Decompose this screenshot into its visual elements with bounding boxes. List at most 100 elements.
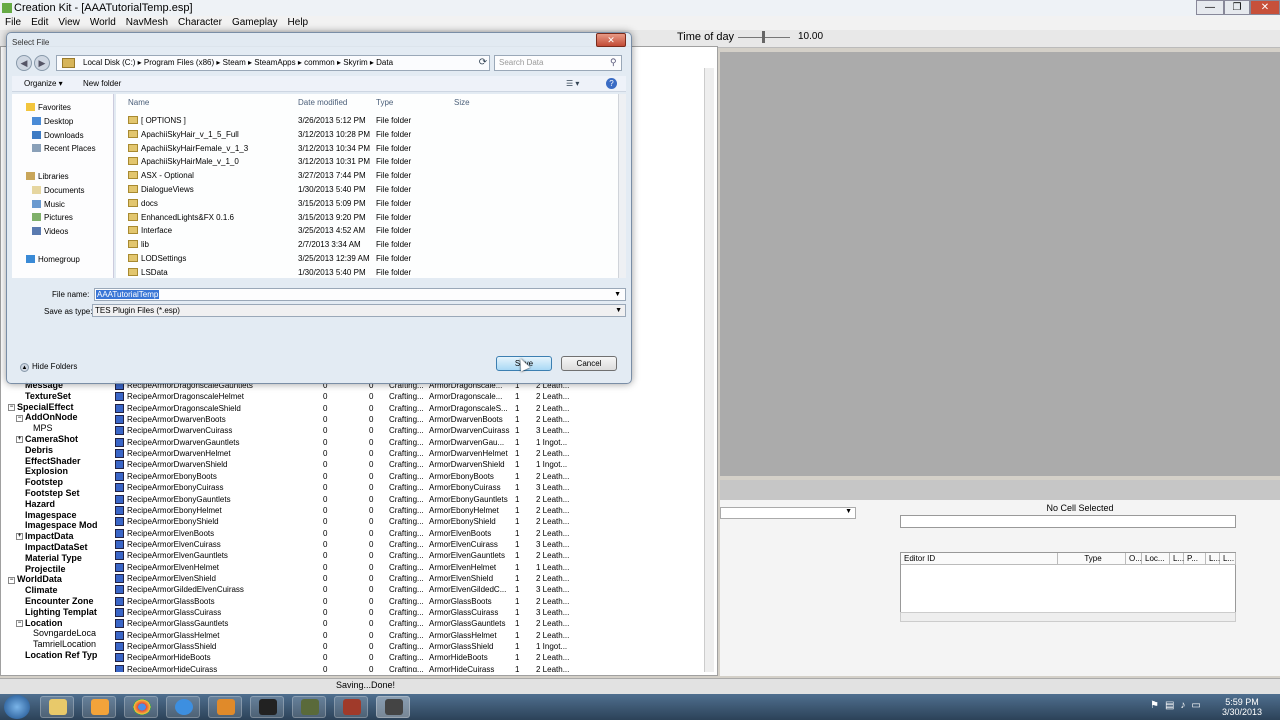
table-row[interactable]: RecipeArmorEbonyCuirass 0 0 Crafting... Armo…	[113, 482, 713, 493]
cell-table-hscrollbar[interactable]	[900, 612, 1236, 622]
file-row[interactable]: ApachiiSkyHair_v_1_5_Full 3/12/2013 10:28…	[126, 128, 612, 141]
menu-help[interactable]: Help	[283, 16, 314, 30]
tree-item[interactable]: Imagespace Mod	[25, 520, 98, 530]
tree-item[interactable]: MPS	[33, 423, 53, 433]
view-options-icon[interactable]: ☰ ▾	[566, 79, 579, 88]
table-row[interactable]: RecipeArmorEbonyHelmet 0 0 Crafting... Armor…	[113, 505, 713, 516]
table-row[interactable]: RecipeArmorElvenBoots 0 0 Crafting... ArmorE…	[113, 528, 713, 539]
table-row[interactable]: RecipeArmorGlassShield 0 0 Crafting... Armor…	[113, 641, 713, 652]
nav-item[interactable]: Pictures	[32, 213, 73, 222]
tree-item[interactable]: + ImpactData	[16, 531, 74, 541]
nav-item[interactable]: Videos	[32, 227, 68, 236]
media-player-taskbar-button[interactable]	[82, 696, 116, 718]
flag-icon[interactable]: ⚑	[1150, 700, 1159, 711]
table-row[interactable]: RecipeArmorEbonyGauntlets 0 0 Crafting... Ar…	[113, 494, 713, 505]
tree-item[interactable]: Footstep	[25, 477, 63, 487]
save-as-type-select[interactable]: TES Plugin Files (*.esp) ▼	[92, 304, 626, 317]
table-row[interactable]: RecipeArmorDwarvenCuirass 0 0 Crafting... Ar…	[113, 425, 713, 436]
new-folder-button[interactable]: New folder	[83, 79, 121, 88]
tree-item[interactable]: SovngardeLoca	[33, 628, 96, 638]
menu-view[interactable]: View	[53, 16, 85, 30]
nav-item[interactable]: Desktop	[32, 117, 73, 126]
table-row[interactable]: RecipeArmorGlassCuirass 0 0 Crafting... Armo…	[113, 607, 713, 618]
breadcrumb-item[interactable]: Steam	[223, 58, 246, 67]
breadcrumb-item[interactable]: common	[304, 58, 335, 67]
time-of-day-slider-thumb[interactable]	[762, 31, 765, 43]
col-l3[interactable]: L...	[1220, 553, 1236, 565]
table-row[interactable]: RecipeArmorGlassHelmet 0 0 Crafting... Armor…	[113, 630, 713, 641]
tree-item[interactable]: TamrielLocation	[33, 639, 96, 649]
tree-item[interactable]: − Location	[16, 618, 63, 628]
search-input[interactable]: Search Data	[494, 55, 622, 71]
breadcrumb-item[interactable]: Data	[376, 58, 393, 67]
file-row[interactable]: DialogueViews 1/30/2013 5:40 PM File folde…	[126, 183, 612, 196]
tree-item[interactable]: Explosion	[25, 466, 68, 476]
chevron-down-icon[interactable]: ▼	[613, 289, 622, 300]
col-p[interactable]: P...	[1184, 553, 1206, 565]
file-row[interactable]: Interface 3/25/2013 4:52 AM File folder	[126, 224, 612, 237]
table-row[interactable]: RecipeArmorDwarvenBoots 0 0 Crafting... Armo…	[113, 414, 713, 425]
file-row[interactable]: ApachiiSkyHairMale_v_1_0 3/12/2013 10:31 …	[126, 155, 612, 168]
file-row[interactable]: lib 2/7/2013 3:34 AM File folder	[126, 238, 612, 251]
refresh-icon[interactable]: ⟳	[476, 56, 490, 70]
col-loc[interactable]: Loc...	[1142, 553, 1170, 565]
table-row[interactable]: RecipeArmorEbonyShield 0 0 Crafting... Armor…	[113, 516, 713, 527]
table-row[interactable]: RecipeArmorElvenHelmet 0 0 Crafting... Armor…	[113, 562, 713, 573]
tree-item[interactable]: Location Ref Typ	[25, 650, 97, 660]
address-bar[interactable]: Local Disk (C:) ▸ Program Files (x86) ▸ …	[56, 55, 490, 71]
file-row[interactable]: docs 3/15/2013 5:09 PM File folder	[126, 197, 612, 210]
col-type[interactable]: Type	[1058, 553, 1126, 565]
tree-item[interactable]: − AddOnNode	[16, 412, 78, 422]
tree-item[interactable]: TextureSet	[25, 391, 71, 401]
breadcrumb-item[interactable]: Skyrim	[343, 58, 367, 67]
internet-explorer-taskbar-button[interactable]	[166, 696, 200, 718]
file-row[interactable]: [ OPTIONS ] 3/26/2013 5:12 PM File folder	[126, 114, 612, 127]
tree-item[interactable]: + CameraShot	[16, 434, 78, 444]
back-button[interactable]: ◀	[16, 55, 32, 71]
chrome-taskbar-button[interactable]	[124, 696, 158, 718]
file-list-scrollbar[interactable]	[618, 94, 626, 278]
object-list-scrollbar[interactable]	[704, 68, 714, 672]
col-size[interactable]: Size	[454, 98, 470, 107]
file-row[interactable]: EnhancedLights&FX 0.1.6 3/15/2013 9:20 PM…	[126, 211, 612, 224]
file-name-input[interactable]: AAATutorialTemp ▼	[94, 288, 626, 301]
table-row[interactable]: RecipeArmorHideCuirass 0 0 Crafting... Armor…	[113, 664, 713, 672]
file-row[interactable]: LODSettings 3/25/2013 12:39 AM File folder	[126, 252, 612, 265]
tree-item[interactable]: Climate	[25, 585, 58, 595]
col-name[interactable]: Name	[128, 98, 149, 107]
table-row[interactable]: RecipeArmorDragonscaleHelmet 0 0 Crafting..…	[113, 391, 713, 402]
tree-item[interactable]: Hazard	[25, 499, 55, 509]
table-row[interactable]: RecipeArmorDwarvenShield 0 0 Crafting... Arm…	[113, 459, 713, 470]
collapse-icon[interactable]: −	[16, 619, 23, 627]
table-row[interactable]: RecipeArmorHideBoots 0 0 Crafting... ArmorHi…	[113, 652, 713, 663]
col-l2[interactable]: L...	[1206, 553, 1220, 565]
help-icon[interactable]: ?	[606, 78, 617, 89]
menu-file[interactable]: File	[0, 16, 26, 30]
skyrim-taskbar-button[interactable]	[376, 696, 410, 718]
table-row[interactable]: RecipeArmorGildedElvenCuirass 0 0 Crafting.…	[113, 584, 713, 595]
table-row[interactable]: RecipeArmorEbonyBoots 0 0 Crafting... ArmorE…	[113, 471, 713, 482]
expand-icon[interactable]: +	[16, 436, 23, 444]
maximize-button[interactable]: ❐	[1224, 0, 1250, 15]
expand-icon[interactable]: +	[16, 533, 23, 541]
file-row[interactable]: ApachiiSkyHairFemale_v_1_3 3/12/2013 10:3…	[126, 142, 612, 155]
file-row[interactable]: ASX - Optional 3/27/2013 7:44 PM File fold…	[126, 169, 612, 182]
table-row[interactable]: RecipeArmorDragonscaleShield 0 0 Crafting..…	[113, 403, 713, 414]
tree-item[interactable]: ImpactDataSet	[25, 542, 88, 552]
organize-button[interactable]: Organize ▾	[24, 79, 63, 88]
nav-item[interactable]: Homegroup	[26, 255, 80, 264]
network-icon[interactable]: ▤	[1165, 700, 1174, 711]
tree-item[interactable]: EffectShader	[25, 456, 81, 466]
menu-navmesh[interactable]: NavMesh	[121, 16, 173, 30]
collapse-icon[interactable]: −	[8, 403, 15, 411]
tree-item[interactable]: Encounter Zone	[25, 596, 94, 606]
game-taskbar-button[interactable]	[208, 696, 242, 718]
tool-taskbar-button[interactable]	[334, 696, 368, 718]
nav-item[interactable]: Documents	[32, 186, 84, 195]
taskbar-clock[interactable]: 5:59 PM 3/30/2013	[1222, 697, 1262, 717]
tree-item[interactable]: Debris	[25, 445, 53, 455]
close-window-button[interactable]: ✕	[1250, 0, 1280, 15]
table-row[interactable]: RecipeArmorElvenShield 0 0 Crafting... Armor…	[113, 573, 713, 584]
tree-item[interactable]: Lighting Templat	[25, 607, 97, 617]
menu-edit[interactable]: Edit	[26, 16, 53, 30]
